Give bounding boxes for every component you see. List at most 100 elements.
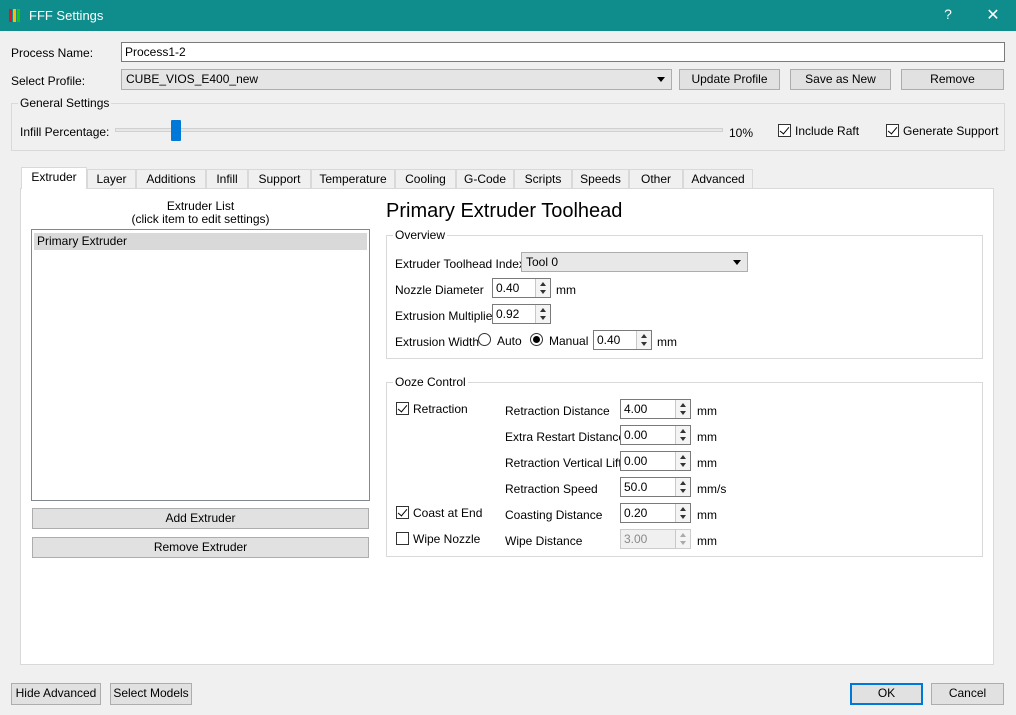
retraction-distance-value: 4.00 (624, 402, 648, 416)
toolhead-index-dropdown[interactable]: Tool 0 (521, 252, 748, 272)
retraction-vertical-lift-unit: mm (697, 456, 717, 470)
retraction-vertical-lift-label: Retraction Vertical Lift (505, 456, 622, 470)
infill-slider-track[interactable] (115, 128, 723, 132)
extruder-list[interactable]: Primary Extruder (31, 229, 370, 501)
retraction-distance-label: Retraction Distance (505, 404, 610, 418)
tab-additions[interactable]: Additions (136, 169, 206, 189)
retraction-distance-spinbox[interactable]: 4.00 (620, 399, 691, 419)
cancel-button[interactable]: Cancel (931, 683, 1004, 705)
wipe-distance-value: 3.00 (624, 532, 648, 546)
nozzle-diameter-value: 0.40 (496, 281, 520, 295)
coasting-distance-label: Coasting Distance (505, 508, 603, 522)
retraction-distance-unit: mm (697, 404, 717, 418)
spinner-arrows-icon[interactable] (535, 279, 550, 297)
close-icon[interactable]: ✕ (984, 5, 1002, 25)
help-icon[interactable]: ? (940, 6, 956, 22)
remove-extruder-button[interactable]: Remove Extruder (32, 537, 369, 558)
chevron-down-icon (733, 260, 741, 265)
infill-slider-handle[interactable] (171, 120, 181, 141)
toolhead-index-value: Tool 0 (526, 255, 559, 269)
overview-title: Overview (393, 228, 448, 242)
update-profile-button[interactable]: Update Profile (679, 69, 780, 90)
spinner-arrows-icon[interactable] (675, 452, 690, 470)
tab-gcode[interactable]: G-Code (456, 169, 514, 189)
spinner-arrows-icon[interactable] (675, 426, 690, 444)
spinner-arrows-icon[interactable] (535, 305, 550, 323)
extrusion-multiplier-spinbox[interactable]: 0.92 (492, 304, 551, 324)
extrusion-width-auto-label: Auto (497, 334, 522, 348)
remove-profile-button[interactable]: Remove (901, 69, 1004, 90)
select-profile-label: Select Profile: (11, 74, 86, 88)
retraction-speed-spinbox[interactable]: 50.0 (620, 477, 691, 497)
list-item[interactable]: Primary Extruder (34, 233, 367, 250)
process-name-label: Process Name: (11, 46, 94, 60)
hide-advanced-button[interactable]: Hide Advanced (11, 683, 101, 705)
tab-advanced[interactable]: Advanced (683, 169, 753, 189)
extrusion-width-label: Extrusion Width (395, 335, 480, 349)
tab-support[interactable]: Support (248, 169, 311, 189)
extrusion-width-value: 0.40 (597, 333, 621, 347)
tab-extruder[interactable]: Extruder (21, 167, 87, 189)
extra-restart-distance-spinbox[interactable]: 0.00 (620, 425, 691, 445)
tab-temperature[interactable]: Temperature (311, 169, 395, 189)
spinner-arrows-icon (675, 530, 690, 548)
coasting-distance-unit: mm (697, 508, 717, 522)
spinner-arrows-icon[interactable] (636, 331, 651, 349)
save-as-new-button[interactable]: Save as New (790, 69, 891, 90)
wipe-distance-unit: mm (697, 534, 717, 548)
retraction-vertical-lift-spinbox[interactable]: 0.00 (620, 451, 691, 471)
checkmark-icon (397, 506, 408, 517)
retraction-speed-unit: mm/s (697, 482, 727, 496)
spinner-arrows-icon[interactable] (675, 400, 690, 418)
coast-at-end-label: Coast at End (413, 506, 483, 520)
tab-other[interactable]: Other (629, 169, 683, 189)
nozzle-diameter-spinbox[interactable]: 0.40 (492, 278, 551, 298)
tab-layer[interactable]: Layer (87, 169, 136, 189)
select-models-button[interactable]: Select Models (110, 683, 192, 705)
toolhead-index-label: Extruder Toolhead Index (395, 257, 525, 271)
generate-support-label: Generate Support (903, 124, 999, 138)
extrusion-width-spinbox[interactable]: 0.40 (593, 330, 652, 350)
wipe-nozzle-label: Wipe Nozzle (413, 532, 481, 546)
tab-infill[interactable]: Infill (206, 169, 248, 189)
chevron-down-icon (657, 77, 665, 82)
tab-speeds[interactable]: Speeds (572, 169, 629, 189)
wipe-nozzle-checkbox[interactable] (396, 532, 409, 545)
spinner-arrows-icon[interactable] (675, 504, 690, 522)
wipe-distance-label: Wipe Distance (505, 534, 583, 548)
add-extruder-button[interactable]: Add Extruder (32, 508, 369, 529)
app-icon (9, 9, 21, 22)
select-profile-value: CUBE_VIOS_E400_new (126, 72, 259, 86)
tab-scripts[interactable]: Scripts (514, 169, 572, 189)
ok-button[interactable]: OK (850, 683, 923, 705)
retraction-speed-label: Retraction Speed (505, 482, 598, 496)
extrusion-multiplier-label: Extrusion Multiplier (395, 309, 497, 323)
title-bar: FFF Settings ? ✕ (0, 0, 1016, 31)
extra-restart-distance-label: Extra Restart Distance (505, 430, 626, 444)
coast-at-end-checkbox[interactable] (396, 506, 409, 519)
retraction-checkbox[interactable] (396, 402, 409, 415)
general-settings-title: General Settings (18, 96, 112, 110)
retraction-label: Retraction (413, 402, 468, 416)
extrusion-multiplier-value: 0.92 (496, 307, 520, 321)
extrusion-width-manual-label: Manual (549, 334, 589, 348)
extruder-list-title: Extruder List (166, 199, 235, 213)
spinner-arrows-icon[interactable] (675, 478, 690, 496)
ooze-control-title: Ooze Control (393, 375, 468, 389)
generate-support-checkbox[interactable] (886, 124, 899, 137)
tab-cooling[interactable]: Cooling (395, 169, 456, 189)
checkmark-icon (887, 124, 898, 135)
select-profile-dropdown[interactable]: CUBE_VIOS_E400_new (121, 69, 672, 90)
process-name-input[interactable]: Process1-2 (121, 42, 1005, 62)
checkmark-icon (779, 124, 790, 135)
checkmark-icon (397, 402, 408, 413)
infill-percentage-label: Infill Percentage: (20, 125, 110, 139)
nozzle-diameter-unit: mm (556, 283, 576, 297)
extrusion-width-manual-radio[interactable] (530, 333, 543, 346)
infill-value: 10% (729, 126, 754, 140)
extrusion-width-auto-radio[interactable] (478, 333, 491, 346)
include-raft-checkbox[interactable] (778, 124, 791, 137)
wipe-distance-spinbox: 3.00 (620, 529, 691, 549)
extrusion-width-unit: mm (657, 335, 677, 349)
coasting-distance-spinbox[interactable]: 0.20 (620, 503, 691, 523)
